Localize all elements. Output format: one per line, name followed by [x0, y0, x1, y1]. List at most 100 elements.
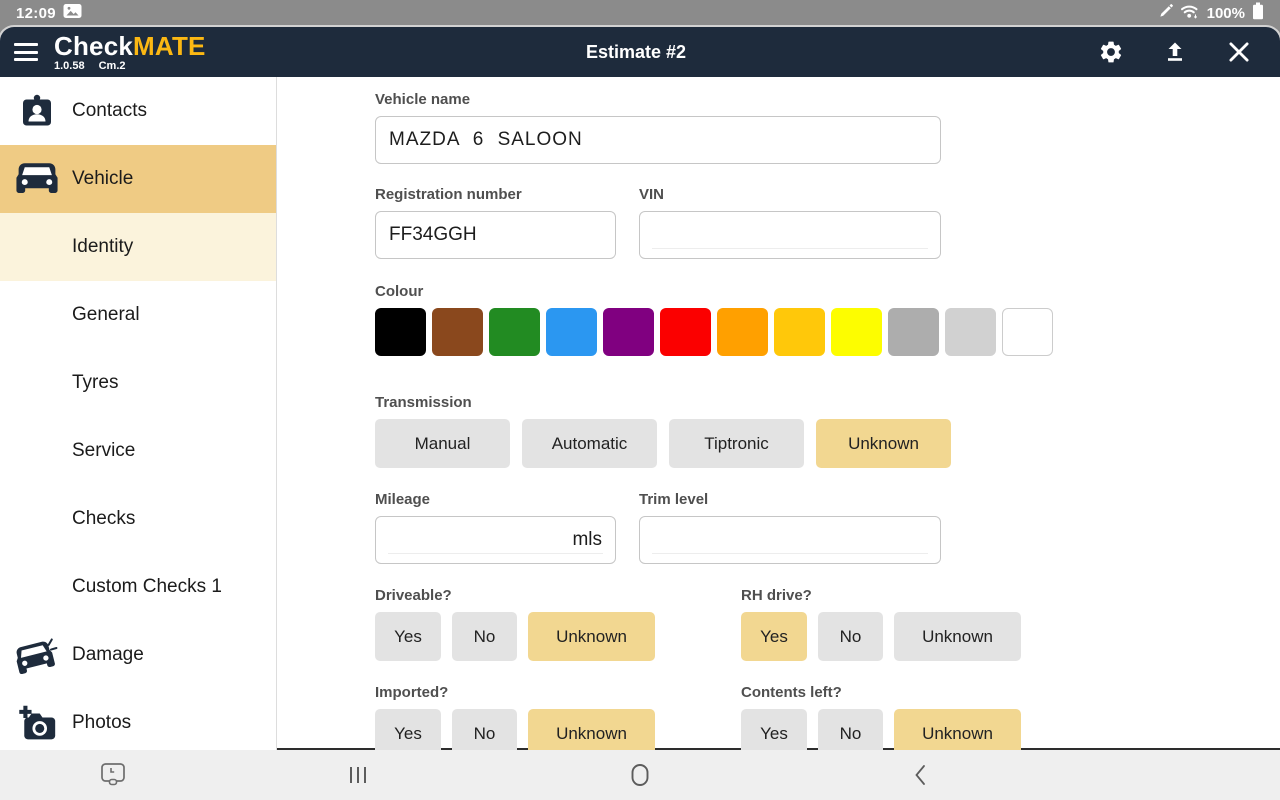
sidebar-item-contacts[interactable]: Contacts — [0, 77, 276, 145]
camera-plus-icon — [16, 705, 58, 741]
back-icon[interactable] — [890, 750, 950, 800]
identity-form: Vehicle name Registration number VIN — [277, 77, 1280, 750]
colour-swatch-row — [375, 308, 1240, 356]
imported-unknown-button[interactable]: Unknown — [528, 709, 655, 750]
driveable-options: Yes No Unknown — [375, 612, 741, 661]
swatch-green[interactable] — [489, 308, 540, 356]
vehicle-name-input[interactable] — [389, 129, 927, 151]
app-version: 1.0.58 — [54, 59, 85, 72]
sidebar-label: Contacts — [72, 100, 147, 121]
upload-icon[interactable] — [1160, 37, 1190, 67]
swatch-brown[interactable] — [432, 308, 483, 356]
swatch-white[interactable] — [1002, 308, 1053, 356]
swatch-yellow[interactable] — [831, 308, 882, 356]
status-bar: 12:09 100% — [0, 0, 1280, 27]
swatch-gray[interactable] — [888, 308, 939, 356]
recents-icon[interactable] — [328, 750, 388, 800]
swatch-blue[interactable] — [546, 308, 597, 356]
screen-capture-icon[interactable] — [83, 750, 143, 800]
sidebar-label: Tyres — [72, 372, 119, 393]
transmission-tiptronic-button[interactable]: Tiptronic — [669, 419, 804, 468]
sidebar-item-general[interactable]: General — [0, 281, 276, 349]
sidebar-item-identity[interactable]: Identity — [0, 213, 276, 281]
clock: 12:09 — [16, 5, 56, 22]
sidebar: Contacts Vehicle Identity General Tyres — [0, 77, 277, 750]
driveable-yes-button[interactable]: Yes — [375, 612, 441, 661]
sidebar-item-service[interactable]: Service — [0, 417, 276, 485]
battery-percent: 100% — [1206, 5, 1245, 22]
mileage-label: Mileage — [375, 491, 431, 508]
vehicle-name-field-box — [375, 116, 941, 164]
pen-icon — [1159, 4, 1173, 23]
transmission-options: Manual Automatic Tiptronic Unknown — [375, 419, 1240, 468]
mileage-field-box: mls — [375, 516, 616, 564]
app-window: CheckMATE 1.0.58 Cm.2 Estimate #2 Contac… — [0, 27, 1280, 750]
driveable-no-button[interactable]: No — [452, 612, 517, 661]
image-thumbnail-icon — [63, 3, 82, 24]
sidebar-label: Service — [72, 440, 136, 461]
imported-yes-button[interactable]: Yes — [375, 709, 441, 750]
car-icon — [16, 161, 58, 197]
transmission-manual-button[interactable]: Manual — [375, 419, 510, 468]
contents-left-label: Contents left? — [741, 684, 842, 701]
sidebar-item-vehicle[interactable]: Vehicle — [0, 145, 276, 213]
swatch-black[interactable] — [375, 308, 426, 356]
trim-level-input[interactable] — [653, 529, 927, 551]
swatch-orange[interactable] — [717, 308, 768, 356]
rh-drive-unknown-button[interactable]: Unknown — [894, 612, 1021, 661]
transmission-label: Transmission — [375, 394, 472, 411]
mileage-input[interactable] — [389, 529, 565, 551]
swatch-gold[interactable] — [774, 308, 825, 356]
swatch-light-gray[interactable] — [945, 308, 996, 356]
trim-level-label: Trim level — [639, 491, 709, 508]
page-title: Estimate #2 — [585, 41, 687, 62]
colour-label: Colour — [375, 283, 424, 300]
vehicle-name-label: Vehicle name — [375, 91, 471, 108]
close-icon[interactable] — [1224, 37, 1254, 67]
transmission-unknown-button[interactable]: Unknown — [816, 419, 951, 468]
driveable-label: Driveable? — [375, 587, 452, 604]
sidebar-label: Custom Checks 1 — [72, 576, 222, 597]
rh-drive-no-button[interactable]: No — [818, 612, 883, 661]
contents-left-unknown-button[interactable]: Unknown — [894, 709, 1021, 750]
trim-level-field-box — [639, 516, 941, 564]
contents-left-options: Yes No Unknown — [741, 709, 1021, 750]
sidebar-label: Checks — [72, 508, 136, 529]
driveable-unknown-button[interactable]: Unknown — [528, 612, 655, 661]
rh-drive-label: RH drive? — [741, 587, 812, 604]
sidebar-item-custom-checks-1[interactable]: Custom Checks 1 — [0, 553, 276, 621]
contents-left-yes-button[interactable]: Yes — [741, 709, 807, 750]
transmission-automatic-button[interactable]: Automatic — [522, 419, 657, 468]
sidebar-label: Photos — [72, 712, 132, 733]
vin-label: VIN — [639, 186, 665, 203]
rh-drive-yes-button[interactable]: Yes — [741, 612, 807, 661]
sidebar-label: Damage — [72, 644, 144, 665]
sidebar-label: Vehicle — [72, 168, 134, 189]
app-logo: CheckMATE 1.0.58 Cm.2 — [54, 33, 206, 72]
screen: 12:09 100% CheckMATE 1.0.58 Cm.2 Estimat… — [0, 0, 1280, 800]
menu-icon[interactable] — [14, 43, 38, 61]
battery-icon — [1252, 2, 1264, 25]
vin-field-box — [639, 211, 941, 259]
swatch-red[interactable] — [660, 308, 711, 356]
sidebar-item-checks[interactable]: Checks — [0, 485, 276, 553]
wifi-icon — [1180, 3, 1200, 24]
contents-left-no-button[interactable]: No — [818, 709, 883, 750]
sidebar-item-damage[interactable]: Damage — [0, 621, 276, 689]
logo-part2: MATE — [133, 30, 206, 61]
swatch-purple[interactable] — [603, 308, 654, 356]
registration-field-box — [375, 211, 616, 259]
imported-label: Imported? — [375, 684, 449, 701]
rh-drive-options: Yes No Unknown — [741, 612, 1021, 661]
home-icon[interactable] — [610, 750, 670, 800]
logo-part1: Check — [54, 30, 134, 61]
contact-card-icon — [16, 94, 58, 128]
settings-gear-icon[interactable] — [1096, 37, 1126, 67]
vin-input[interactable] — [653, 224, 927, 246]
registration-label: Registration number — [375, 186, 522, 203]
sidebar-item-photos[interactable]: Photos — [0, 689, 276, 750]
registration-input[interactable] — [389, 224, 602, 246]
mileage-unit: mls — [572, 529, 602, 550]
sidebar-item-tyres[interactable]: Tyres — [0, 349, 276, 417]
imported-no-button[interactable]: No — [452, 709, 517, 750]
